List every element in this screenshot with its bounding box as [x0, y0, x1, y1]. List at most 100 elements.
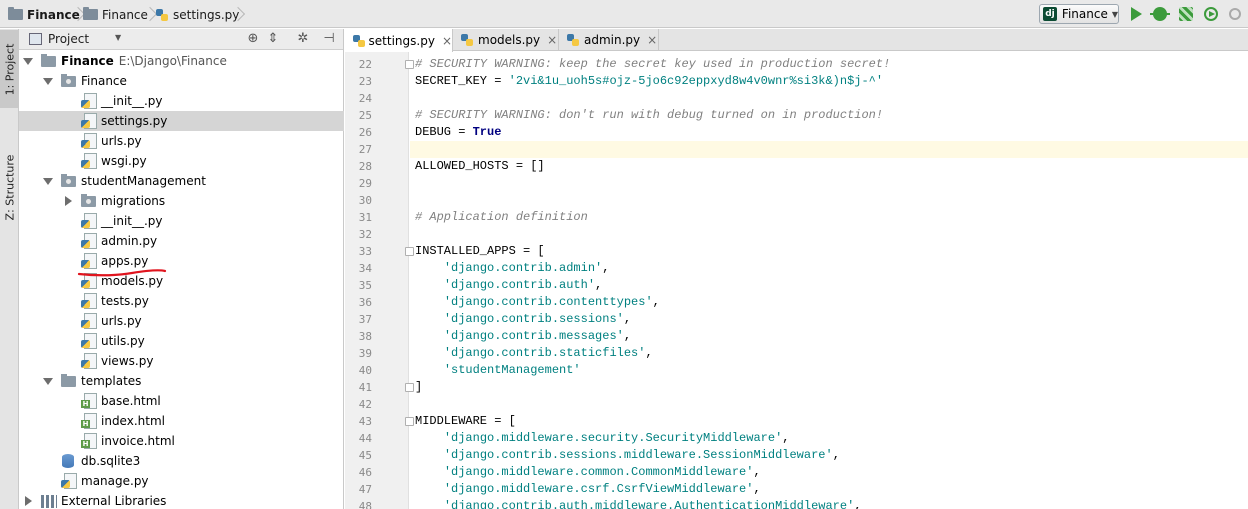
- stop-button[interactable]: [1226, 5, 1244, 23]
- collapse-arrow-icon[interactable]: [63, 196, 73, 206]
- code-line[interactable]: 'django.contrib.contenttypes',: [410, 294, 1248, 311]
- code-line[interactable]: [410, 90, 1248, 107]
- tree-item[interactable]: tests.py: [19, 291, 344, 311]
- tree-item[interactable]: studentManagement: [19, 171, 344, 191]
- code-line-text: INSTALLED_APPS = [: [415, 244, 545, 258]
- code-line[interactable]: ]: [410, 379, 1248, 396]
- editor-tab[interactable]: models.py ×: [453, 29, 559, 51]
- editor-tab[interactable]: admin.py ×: [559, 29, 659, 51]
- code-line[interactable]: DEBUG = True: [410, 124, 1248, 141]
- code-line[interactable]: # SECURITY WARNING: keep the secret key …: [410, 56, 1248, 73]
- editor-tab[interactable]: settings.py ×: [345, 29, 453, 52]
- run-button[interactable]: [1127, 5, 1145, 23]
- code-line[interactable]: # SECURITY WARNING: don't run with debug…: [410, 107, 1248, 124]
- tree-item[interactable]: templates: [19, 371, 344, 391]
- expand-arrow-icon[interactable]: [23, 56, 33, 66]
- tree-item-name: admin.py: [101, 234, 158, 248]
- expand-arrow-icon[interactable]: [43, 376, 53, 386]
- tree-item-label: External Libraries: [61, 494, 166, 508]
- code-line[interactable]: MIDDLEWARE = [: [410, 413, 1248, 430]
- tree-item[interactable]: Finance E:\Django\Finance: [19, 51, 344, 71]
- code-token: '2vi&1u_uoh5s#ojz-5jo6c92eppxyd8w4v0wnr%…: [508, 74, 884, 88]
- tree-item[interactable]: manage.py: [19, 471, 344, 491]
- structure-tool-tab[interactable]: Z: Structure: [0, 147, 19, 227]
- tree-item[interactable]: Finance: [19, 71, 344, 91]
- project-tool-tab-label: 1: Project: [3, 43, 16, 95]
- project-view-selector[interactable]: Project: [48, 32, 89, 46]
- code-line[interactable]: 'django.contrib.staticfiles',: [410, 345, 1248, 362]
- code-line[interactable]: 'django.contrib.sessions',: [410, 311, 1248, 328]
- code-line[interactable]: 'django.contrib.admin',: [410, 260, 1248, 277]
- collapse-arrow-icon[interactable]: [23, 496, 33, 506]
- run-configuration-dropdown[interactable]: dj Finance ▼: [1039, 4, 1119, 24]
- tree-item[interactable]: invoice.html: [19, 431, 344, 451]
- debug-button[interactable]: [1150, 5, 1170, 23]
- code-line[interactable]: # Application definition: [410, 209, 1248, 226]
- tree-item-label: Finance E:\Django\Finance: [61, 54, 227, 68]
- code-editor[interactable]: 22 23 24 25 26 27 28 29 30 31 32 33 34 35 36 37 38 39 40 41…: [345, 52, 1248, 509]
- code-line[interactable]: SECRET_KEY = '2vi&1u_uoh5s#ojz-5jo6c92ep…: [410, 73, 1248, 90]
- breadcrumb-project[interactable]: Finance: [8, 6, 80, 23]
- close-icon[interactable]: ×: [647, 33, 657, 47]
- collapse-all-icon[interactable]: ⇕: [265, 31, 281, 47]
- code-line[interactable]: [410, 396, 1248, 413]
- close-icon[interactable]: ×: [442, 34, 452, 48]
- tree-item[interactable]: index.html: [19, 411, 344, 431]
- tree-item[interactable]: __init__.py: [19, 211, 344, 231]
- tree-item[interactable]: External Libraries: [19, 491, 344, 509]
- tree-item[interactable]: __init__.py: [19, 91, 344, 111]
- code-token: 'django.contrib.staticfiles': [443, 346, 646, 360]
- code-line-text: 'studentManagement': [415, 363, 581, 377]
- project-view-icon: [29, 33, 42, 45]
- close-icon[interactable]: ×: [547, 33, 557, 47]
- locate-file-icon[interactable]: ⊕: [245, 31, 261, 47]
- code-line[interactable]: [410, 141, 1248, 158]
- expand-arrow-icon[interactable]: [43, 176, 53, 186]
- code-line[interactable]: [410, 175, 1248, 192]
- code-line[interactable]: 'django.contrib.auth.middleware.Authenti…: [410, 498, 1248, 509]
- project-tool-tab[interactable]: 1: Project: [0, 30, 19, 108]
- code-line[interactable]: ALLOWED_HOSTS = []: [410, 158, 1248, 175]
- tree-item[interactable]: utils.py: [19, 331, 344, 351]
- expand-arrow-icon[interactable]: [43, 76, 53, 86]
- tree-item[interactable]: wsgi.py: [19, 151, 344, 171]
- code-line[interactable]: 'studentManagement': [410, 362, 1248, 379]
- tree-item[interactable]: admin.py: [19, 231, 344, 251]
- tree-item[interactable]: apps.py: [19, 251, 344, 271]
- stop-icon: [1229, 8, 1241, 20]
- tree-item[interactable]: settings.py: [19, 111, 344, 131]
- chevron-down-icon[interactable]: ▼: [115, 33, 121, 42]
- tree-item[interactable]: models.py: [19, 271, 344, 291]
- code-line[interactable]: INSTALLED_APPS = [: [410, 243, 1248, 260]
- python-file-icon: [81, 253, 97, 269]
- code-line[interactable]: 'django.middleware.security.SecurityMidd…: [410, 430, 1248, 447]
- tree-item[interactable]: migrations: [19, 191, 344, 211]
- tree-item[interactable]: db.sqlite3: [19, 451, 344, 471]
- tree-item[interactable]: urls.py: [19, 311, 344, 331]
- tree-item-name: External Libraries: [61, 494, 167, 508]
- tree-item[interactable]: base.html: [19, 391, 344, 411]
- editor-tab-label: admin.py: [584, 33, 641, 47]
- code-line[interactable]: 'django.contrib.auth',: [410, 277, 1248, 294]
- profile-button[interactable]: [1202, 5, 1220, 23]
- coverage-button[interactable]: [1177, 5, 1195, 23]
- breadcrumb-file[interactable]: settings.py: [155, 6, 239, 23]
- code-line[interactable]: [410, 226, 1248, 243]
- hide-panel-icon[interactable]: ⊣: [321, 31, 337, 47]
- tree-item-name: index.html: [101, 414, 165, 428]
- code-token: 'django.middleware.security.SecurityMidd…: [443, 431, 783, 445]
- red-annotation-underline: [77, 269, 167, 277]
- code-line[interactable]: [410, 192, 1248, 209]
- tree-item[interactable]: urls.py: [19, 131, 344, 151]
- breadcrumb-package[interactable]: Finance: [83, 6, 148, 23]
- code-line[interactable]: 'django.contrib.messages',: [410, 328, 1248, 345]
- gear-icon[interactable]: ✲: [295, 31, 311, 47]
- code-line[interactable]: 'django.middleware.common.CommonMiddlewa…: [410, 464, 1248, 481]
- code-line-text: ]: [415, 380, 422, 394]
- tree-item[interactable]: views.py: [19, 351, 344, 371]
- code-line[interactable]: 'django.contrib.sessions.middleware.Sess…: [410, 447, 1248, 464]
- code-line[interactable]: 'django.middleware.csrf.CsrfViewMiddlewa…: [410, 481, 1248, 498]
